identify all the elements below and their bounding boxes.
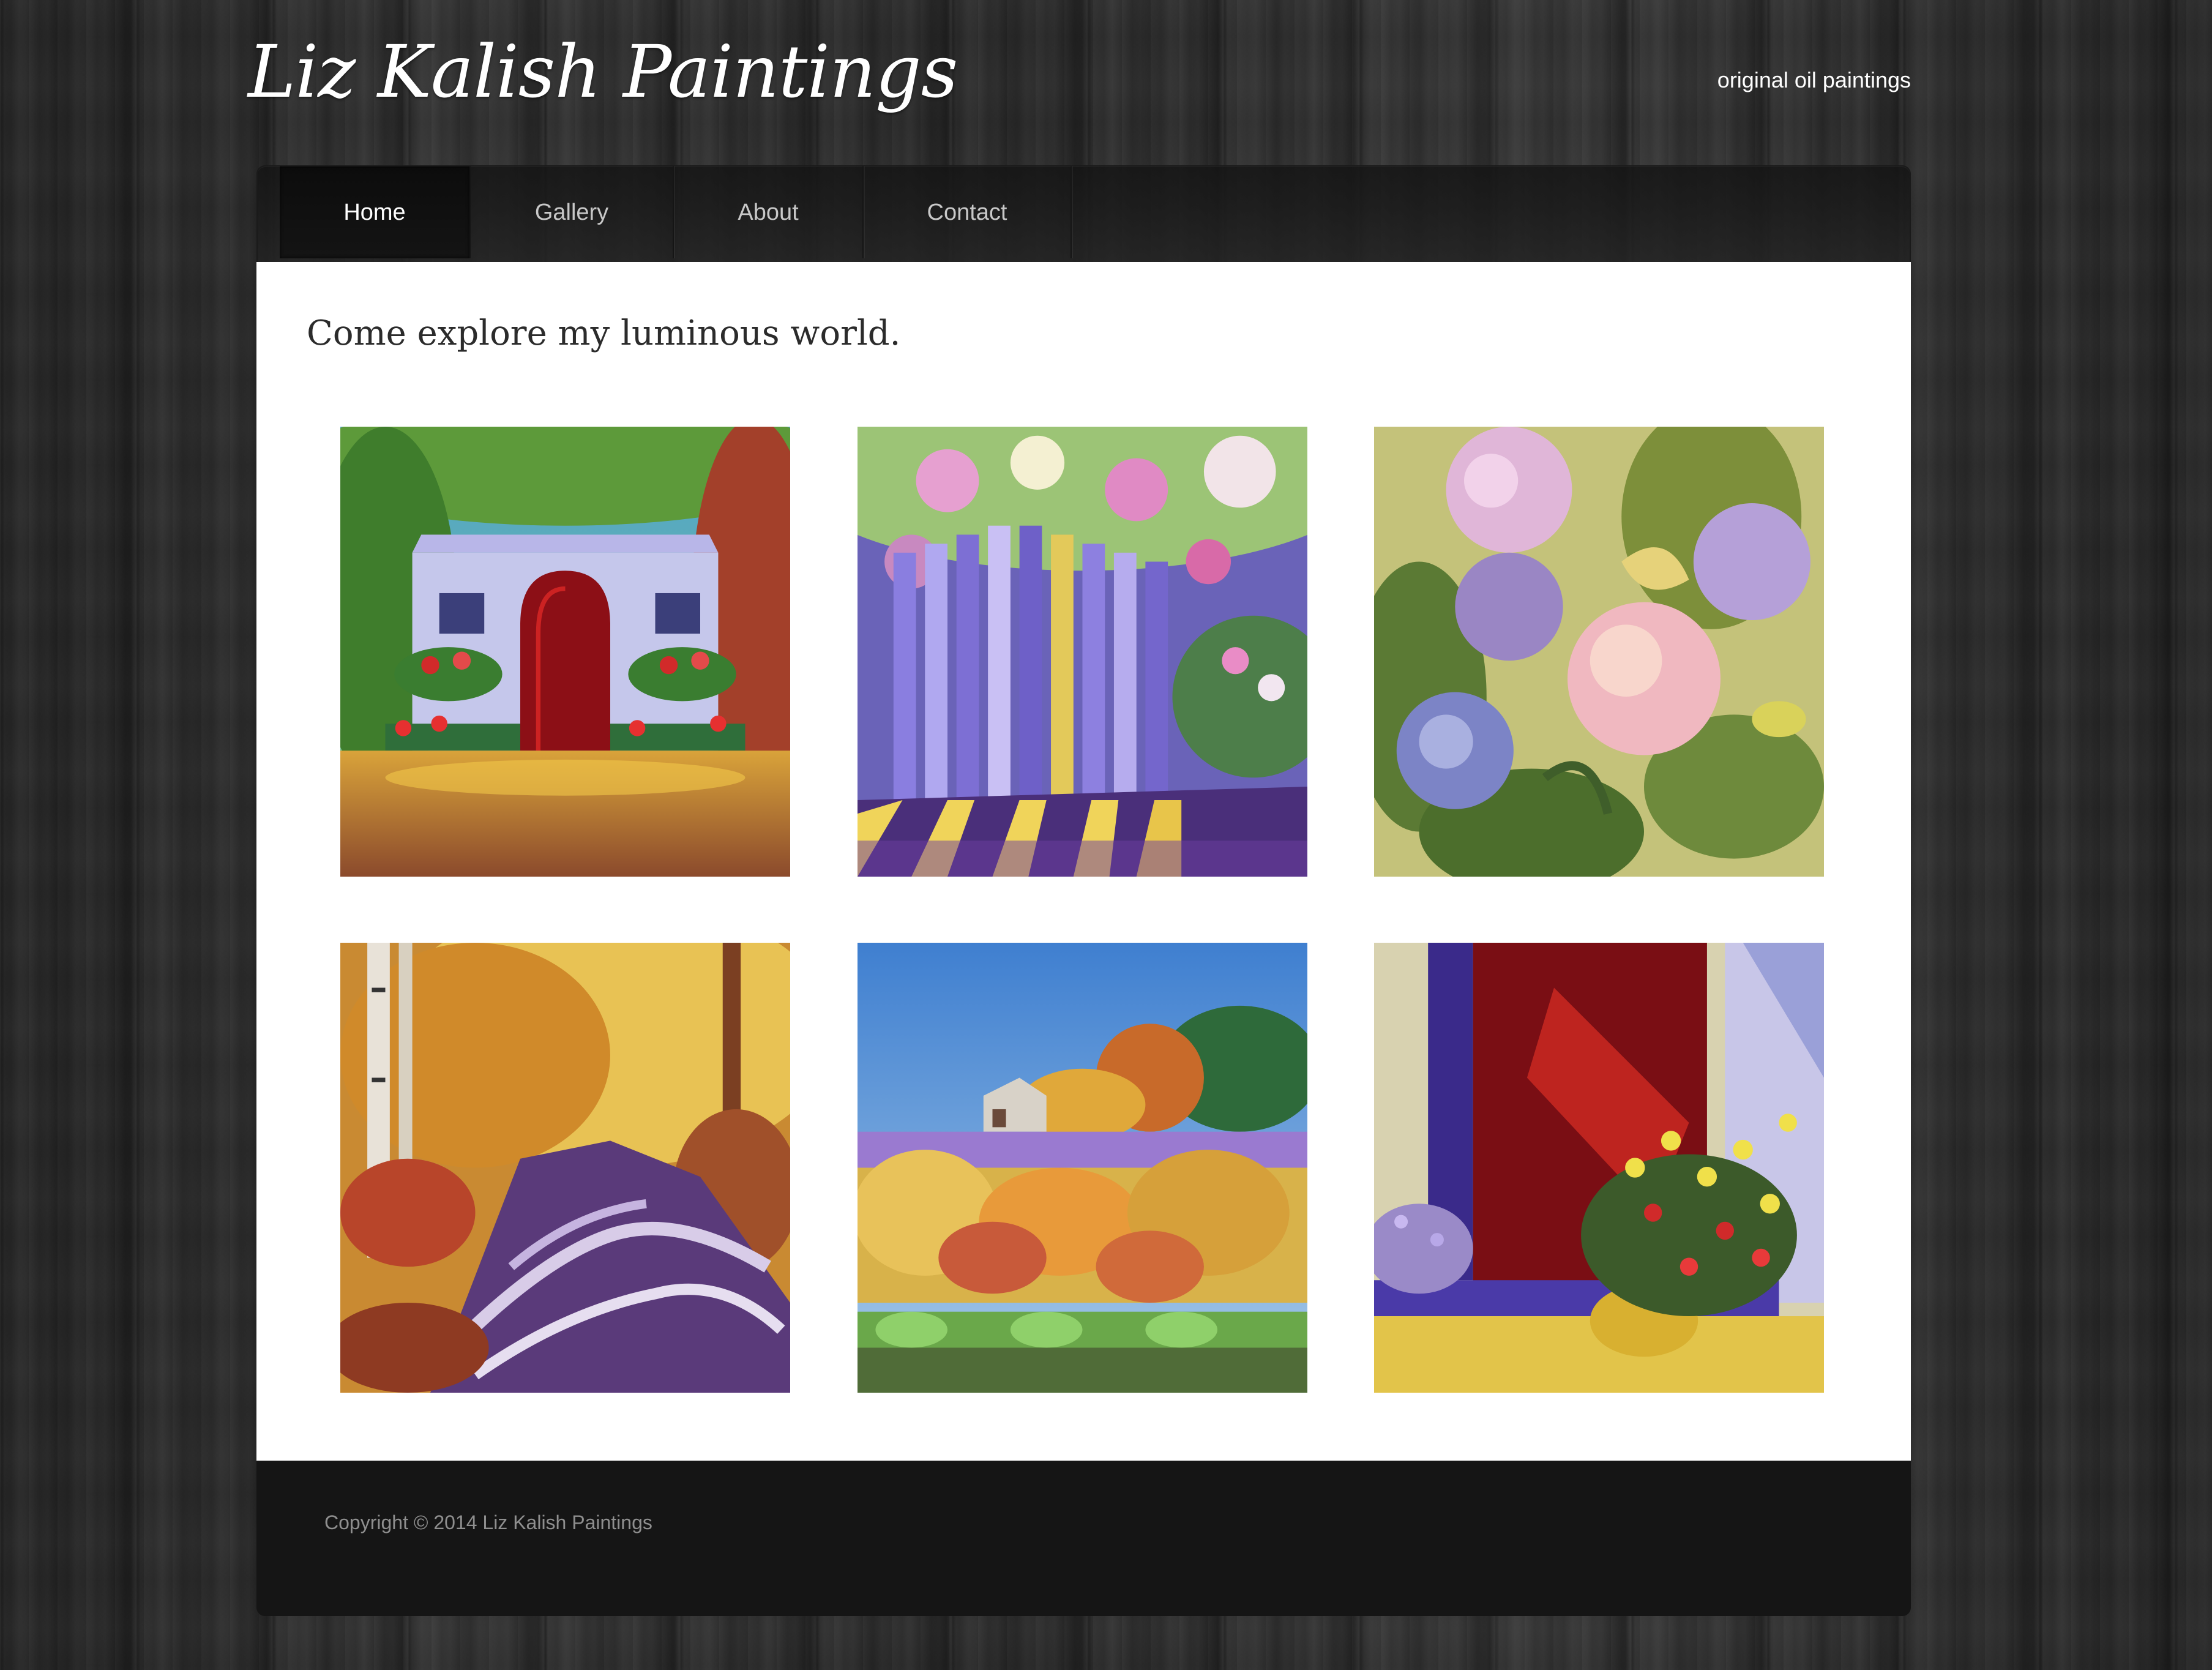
nav-item-label: Home [343, 199, 406, 225]
copyright-text: Copyright © 2014 Liz Kalish Paintings [324, 1511, 652, 1533]
site-footer: Copyright © 2014 Liz Kalish Paintings [256, 1461, 1911, 1616]
painting-image [858, 943, 1307, 1393]
main-navigation: Home Gallery About Contact [256, 165, 1911, 262]
painting-image [340, 943, 790, 1393]
painting-image [858, 427, 1307, 877]
nav-item-label: About [738, 199, 799, 225]
painting-image [340, 427, 790, 877]
gallery-thumbnail-fence[interactable] [858, 427, 1307, 877]
nav-item-gallery[interactable]: Gallery [471, 167, 674, 258]
gallery-thumbnail-forest-stream[interactable] [340, 943, 790, 1393]
site-title[interactable]: Liz Kalish Paintings [248, 29, 958, 114]
gallery-thumbnail-autumn-barn[interactable] [858, 943, 1307, 1393]
nav-item-label: Gallery [534, 199, 609, 225]
nav-item-home[interactable]: Home [280, 167, 471, 258]
gallery-thumbnail-hydrangeas[interactable] [1374, 427, 1824, 877]
site-tagline: original oil paintings [1717, 67, 1911, 92]
nav-item-about[interactable]: About [674, 167, 864, 258]
page-headline: Come explore my luminous world. [307, 313, 901, 353]
painting-image [1374, 427, 1824, 877]
gallery-thumbnail-red-door[interactable] [1374, 943, 1824, 1393]
main-content: Come explore my luminous world. [256, 262, 1911, 1461]
nav-item-contact[interactable]: Contact [864, 167, 1072, 258]
painting-image [1374, 943, 1824, 1393]
nav-item-label: Contact [927, 199, 1007, 225]
gallery-thumbnail-cottage[interactable] [340, 427, 790, 877]
